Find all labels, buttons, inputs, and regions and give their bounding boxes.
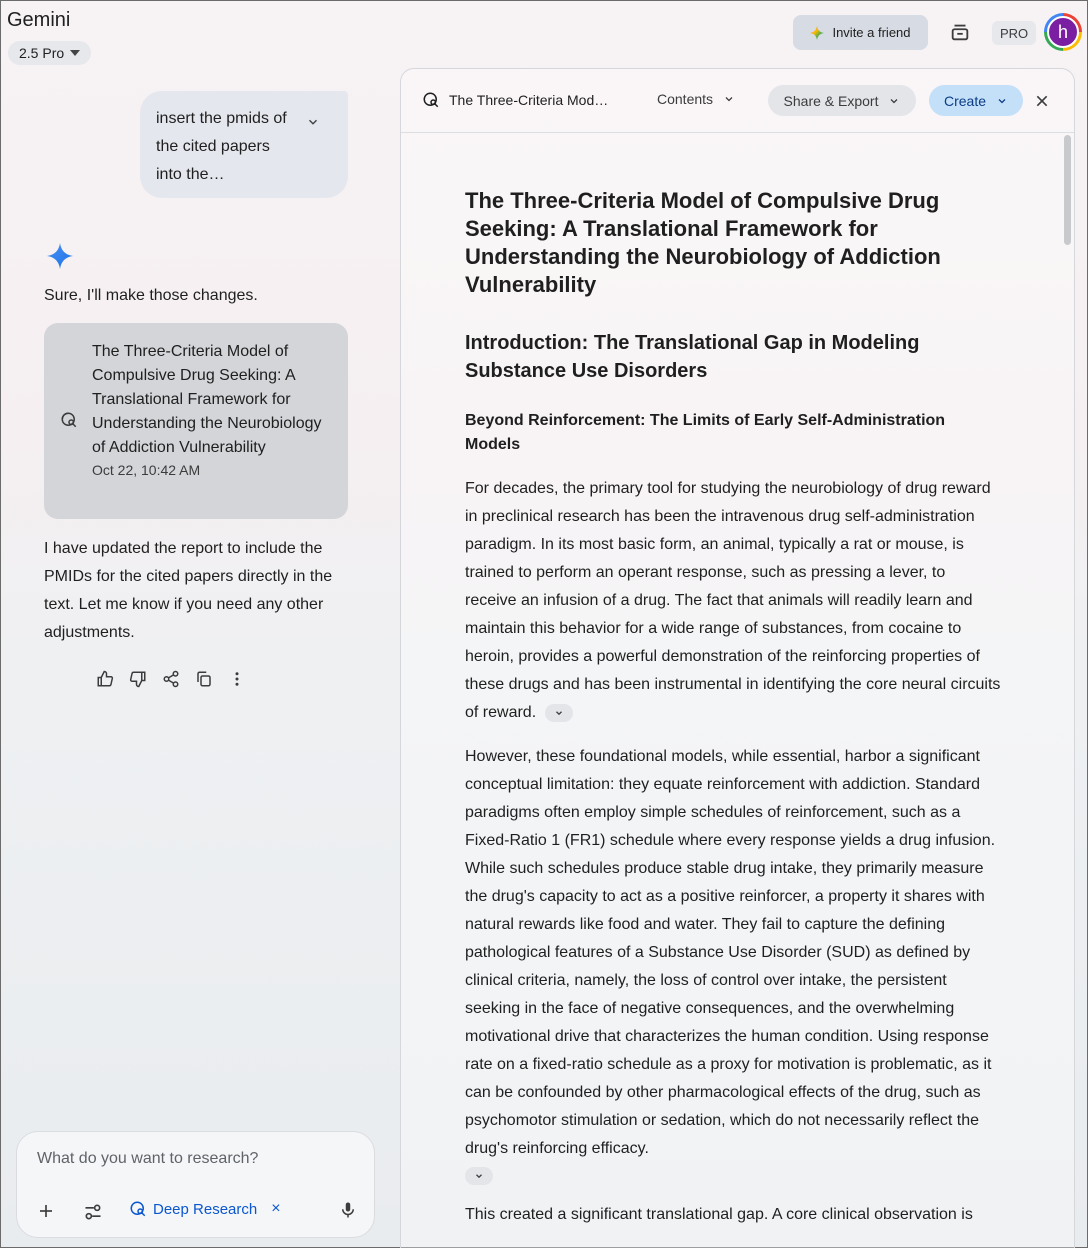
share-export-button[interactable]: Share & Export xyxy=(768,85,916,116)
chevron-down-icon xyxy=(891,98,898,103)
invite-label: Invite a friend xyxy=(832,25,911,40)
plus-icon[interactable] xyxy=(37,1202,55,1220)
report-card-date: Oct 22, 10:42 AM xyxy=(92,462,201,478)
paragraph: However, these foundational models, whil… xyxy=(465,743,1001,1185)
contents-label: Contents xyxy=(657,91,714,107)
microphone-icon[interactable] xyxy=(339,1201,357,1219)
model-selector[interactable]: 2.5 Pro xyxy=(8,41,92,65)
document-panel: The Three-Criteria Mod… Contents Share &… xyxy=(400,68,1075,1248)
subsection-heading: Beyond Reinforcement: The Limits of Earl… xyxy=(465,412,946,453)
pro-badge: PRO xyxy=(992,21,1037,45)
sparkle-icon xyxy=(810,25,825,40)
prompt-input[interactable] xyxy=(37,1150,357,1168)
chevron-down-icon xyxy=(725,97,733,102)
chevron-down-icon xyxy=(998,98,1006,103)
chevron-down-icon[interactable] xyxy=(306,115,320,129)
deep-research-icon xyxy=(60,411,78,429)
chip-remove-icon[interactable]: × xyxy=(271,1200,280,1218)
report-card-title: The Three-Criteria Model of Compulsive D… xyxy=(92,343,322,456)
copy-icon[interactable] xyxy=(194,669,214,689)
section-heading: Introduction: The Translational Gap in M… xyxy=(465,332,920,382)
user-message-text: insert the pmids of the cited papers int… xyxy=(156,110,287,183)
avatar-initial: h xyxy=(1047,16,1079,48)
response-actions xyxy=(95,669,247,689)
deep-research-icon xyxy=(129,1200,147,1218)
report-card[interactable]: The Three-Criteria Model of Compulsive D… xyxy=(44,323,348,519)
user-message-bubble: insert the pmids of the cited papers int… xyxy=(140,91,348,198)
caret-down-icon xyxy=(70,50,81,56)
model-label: 2.5 Pro xyxy=(19,45,65,61)
create-button[interactable]: Create xyxy=(929,85,1023,116)
expand-citations-chevron-icon[interactable] xyxy=(465,1167,493,1185)
paragraph-text: However, these foundational models, whil… xyxy=(465,748,996,1157)
deep-research-chip[interactable]: Deep Research × xyxy=(129,1200,281,1218)
create-label: Create xyxy=(943,92,987,109)
reply-intro-text: Sure, I'll make those changes. xyxy=(44,287,258,304)
document-scrollbar[interactable] xyxy=(1064,135,1071,245)
thumbs-up-icon[interactable] xyxy=(95,669,115,689)
paragraph: For decades, the primary tool for studyi… xyxy=(465,475,1001,727)
composer: Deep Research × xyxy=(16,1131,375,1238)
document-heading: The Three-Criteria Model of Compulsive D… xyxy=(465,188,941,297)
avatar[interactable]: h xyxy=(1044,13,1082,51)
paragraph-text: For decades, the primary tool for studyi… xyxy=(465,480,1001,721)
deep-research-icon xyxy=(422,91,440,109)
document-toolbar: The Three-Criteria Mod… Contents Share &… xyxy=(401,69,1074,133)
thumbs-down-icon[interactable] xyxy=(128,669,148,689)
gemini-spark-icon xyxy=(47,243,73,269)
paragraph: This created a significant translational… xyxy=(465,1201,1001,1229)
tools-icon[interactable] xyxy=(83,1202,103,1222)
reply-body-text: I have updated the report to include the… xyxy=(44,540,333,641)
more-vert-icon[interactable] xyxy=(227,669,247,689)
expand-citations-chevron-icon[interactable] xyxy=(544,703,573,722)
invite-friend-button[interactable]: Invite a friend xyxy=(793,15,928,50)
document-title: The Three-Criteria Mod… xyxy=(449,92,609,108)
stacked-history-icon[interactable] xyxy=(949,21,971,43)
share-export-label: Share & Export xyxy=(783,92,879,109)
deep-research-label: Deep Research xyxy=(153,1200,258,1218)
share-icon[interactable] xyxy=(161,669,181,689)
contents-button[interactable]: Contents xyxy=(657,91,735,107)
paragraph-text: This created a significant translational… xyxy=(465,1206,973,1223)
app-title: Gemini xyxy=(7,9,71,31)
close-icon[interactable] xyxy=(1034,93,1050,109)
document-body: The Three-Criteria Model of Compulsive D… xyxy=(465,187,1001,1245)
